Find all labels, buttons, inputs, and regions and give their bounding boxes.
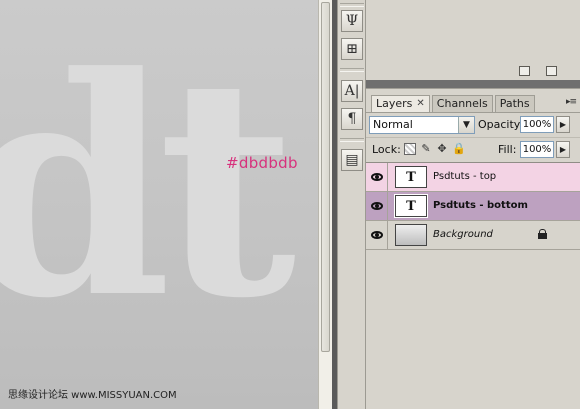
chevron-down-icon[interactable]: ▼ [458, 117, 474, 133]
new-item-icon[interactable] [519, 66, 530, 76]
opacity-arrow-icon[interactable]: ▶ [556, 116, 570, 133]
lock-pixels-icon[interactable]: ✎ [420, 143, 432, 155]
color-annotation: #dbdbdb [226, 154, 298, 172]
link-cell [388, 163, 392, 191]
scrollbar-thumb[interactable] [321, 2, 330, 352]
fill-input[interactable]: 100% [520, 141, 554, 158]
blend-mode-select[interactable]: Normal ▼ [369, 116, 475, 134]
tab-channels[interactable]: Channels [431, 95, 493, 112]
divider [366, 137, 580, 138]
layer-name[interactable]: Background [433, 229, 493, 240]
dock-grip[interactable] [340, 3, 364, 7]
character-icon[interactable]: A| [341, 80, 363, 102]
watermark-text: 思缘设计论坛 www.MISSYUAN.COM [8, 390, 177, 401]
text-layer-thumbnail: T [394, 194, 428, 218]
upper-panel [366, 0, 580, 80]
dock-separator [340, 138, 364, 142]
lock-label: Lock: [372, 143, 401, 156]
layer-row-psdtuts-top[interactable]: T Psdtuts - top [366, 163, 580, 192]
tab-paths[interactable]: Paths [494, 95, 535, 112]
panel-gap [366, 80, 580, 88]
lock-all-icon[interactable]: 🔒 [452, 143, 466, 155]
paragraph-icon[interactable]: ¶ [341, 108, 363, 130]
eye-icon [370, 173, 383, 181]
right-panel-area: Layers ✕ Channels Paths ▸≡ Normal ▼ Opac… [366, 0, 580, 409]
layer-thumbnail [395, 224, 427, 246]
notes-icon[interactable]: ▤ [341, 149, 363, 171]
tab-divider [366, 112, 580, 113]
panel-tabs: Layers ✕ Channels Paths [371, 95, 535, 112]
canvas-vertical-scrollbar[interactable] [318, 0, 332, 409]
opacity-label: Opacity: [478, 118, 524, 131]
trash-icon[interactable] [546, 66, 557, 76]
brush-tool-icon[interactable]: Ψ [341, 10, 363, 32]
text-layer-thumbnail: T [395, 166, 427, 188]
visibility-toggle[interactable] [366, 221, 388, 249]
layer-row-background[interactable]: Background [366, 221, 580, 250]
clone-source-icon[interactable]: ⊞ [341, 38, 363, 60]
fill-arrow-icon[interactable]: ▶ [556, 141, 570, 158]
eye-icon [370, 202, 383, 210]
eye-icon [370, 231, 383, 239]
tab-layers[interactable]: Layers ✕ [371, 95, 430, 112]
link-cell [388, 192, 392, 220]
fill-label: Fill: [498, 143, 517, 156]
panel-menu-icon[interactable]: ▸≡ [566, 97, 577, 107]
lock-transparency-icon[interactable] [404, 143, 416, 155]
layer-row-psdtuts-bottom[interactable]: T Psdtuts - bottom [366, 192, 580, 221]
lock-position-icon[interactable]: ✥ [436, 143, 448, 155]
visibility-toggle[interactable] [366, 163, 388, 191]
layers-panel: Layers ✕ Channels Paths ▸≡ Normal ▼ Opac… [366, 88, 580, 409]
canvas-big-text: dt [0, 11, 296, 364]
dock-separator [340, 68, 364, 72]
palette-dock: Ψ ⊞ A| ¶ ▤ [337, 0, 366, 409]
link-cell [388, 221, 392, 249]
close-icon[interactable]: ✕ [416, 96, 424, 112]
layer-name[interactable]: Psdtuts - top [433, 171, 496, 182]
lock-icon [538, 229, 547, 239]
document-canvas[interactable]: dt #dbdbdb 思缘设计论坛 www.MISSYUAN.COM [0, 0, 318, 409]
visibility-toggle[interactable] [366, 192, 388, 220]
layer-name[interactable]: Psdtuts - bottom [433, 200, 528, 211]
opacity-input[interactable]: 100% [520, 116, 554, 133]
